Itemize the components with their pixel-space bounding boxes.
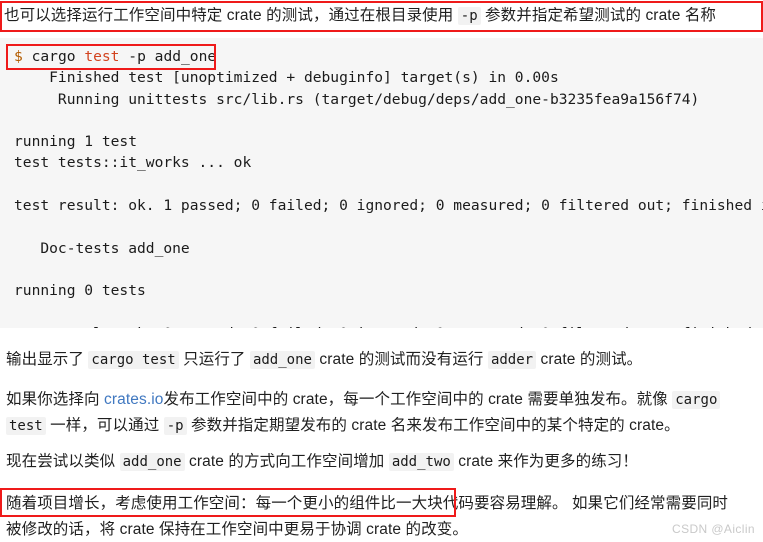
p4-seg-4: crate 来作为更多的练习！ (453, 453, 639, 470)
output-line-0: Finished test [unoptimized + debuginfo] … (14, 69, 559, 87)
p5-highlighted-text: 随着项目增长，考虑使用工作空间：每一个更小的组件比一大块代码要容易理解。 (6, 495, 568, 512)
p3-code-test: test (6, 417, 46, 435)
p1-code-cargo-test: cargo test (88, 351, 179, 369)
output-line-1: Running unittests src/lib.rs (target/deb… (14, 90, 700, 108)
p6-seg-0: 被修改的话，将 crate 保持在工作空间中更易于协调 crate 的改变。 (6, 521, 468, 538)
paragraph-publishing-line-2: test 一样，可以通过 -p 参数并指定期望发布的 crate 名来发布工作空… (6, 414, 680, 438)
p4-code-add-two: add_two (388, 453, 454, 471)
paragraph-conclusion-line-1: 随着项目增长，考虑使用工作空间：每一个更小的组件比一大块代码要容易理解。 如果它… (6, 492, 728, 516)
output-line-8: Doc-tests add_one (14, 239, 190, 257)
output-line-4: test tests::it_works ... ok (14, 154, 252, 172)
intro-inline-code-p: -p (457, 7, 481, 25)
paragraph-output-explanation: 输出显示了 cargo test 只运行了 add_one crate 的测试而… (6, 348, 642, 372)
p3-code-p-flag: -p (163, 417, 187, 435)
intro-paragraph: 也可以选择运行工作空间中特定 crate 的测试，通过在根目录使用 -p 参数并… (4, 4, 716, 28)
p1-code-add-one: add_one (249, 351, 315, 369)
shell-prompt-symbol: $ (14, 48, 23, 65)
p4-seg-0: 现在尝试以类似 (6, 453, 120, 470)
output-line-6: test result: ok. 1 passed; 0 failed; 0 i… (14, 197, 763, 215)
crates-io-link[interactable]: crates.io (104, 391, 163, 408)
intro-text-after: 参数并指定希望测试的 crate 名称 (480, 7, 717, 24)
intro-text-before: 也可以选择运行工作空间中特定 crate 的测试，通过在根目录使用 (4, 7, 458, 24)
paragraph-publishing-line-1: 如果你选择向 crates.io发布工作空间中的 crate，每一个工作空间中的… (6, 388, 721, 412)
output-line-12: test result: ok. 0 passed; 0 failed; 0 i… (14, 325, 763, 328)
p1-seg-4: crate 的测试而没有运行 (314, 351, 488, 368)
p2-code-cargo: cargo (672, 391, 721, 409)
document-page: 也可以选择运行工作空间中特定 crate 的测试，通过在根目录使用 -p 参数并… (0, 0, 763, 542)
output-line-10: running 0 tests (14, 282, 146, 300)
p5-tail-text: 如果它们经常需要同时 (567, 495, 729, 512)
command-flag: -p (128, 48, 146, 65)
p1-seg-0: 输出显示了 (6, 351, 89, 368)
terminal-code-block: $ cargo test -p add_one Finished test [u… (0, 38, 763, 328)
csdn-watermark: CSDN @Aiclin (672, 522, 755, 536)
p1-seg-6: crate 的测试。 (536, 351, 643, 368)
p3-seg-1: 一样，可以通过 (45, 417, 164, 434)
p1-code-adder: adder (487, 351, 537, 369)
p4-seg-2: crate 的方式向工作空间增加 (184, 453, 389, 470)
output-line-3: running 1 test (14, 133, 138, 151)
command-subcommand: test (84, 48, 120, 65)
command-package: add_one (154, 48, 217, 65)
p3-seg-3: 参数并指定期望发布的 crate 名来发布工作空间中的某个特定的 crate。 (186, 417, 680, 434)
p2-seg-0: 如果你选择向 (6, 391, 105, 408)
command-program: cargo (31, 48, 76, 65)
code-block-content: $ cargo test -p add_one Finished test [u… (14, 46, 763, 328)
paragraph-conclusion-line-2: 被修改的话，将 crate 保持在工作空间中更易于协调 crate 的改变。 (6, 518, 468, 542)
p1-seg-2: 只运行了 (178, 351, 250, 368)
p4-code-add-one: add_one (119, 453, 185, 471)
paragraph-exercise: 现在尝试以类似 add_one crate 的方式向工作空间增加 add_two… (6, 450, 638, 474)
p2-seg-2: 发布工作空间中的 crate，每一个工作空间中的 crate 需要单独发布。就像 (163, 391, 673, 408)
